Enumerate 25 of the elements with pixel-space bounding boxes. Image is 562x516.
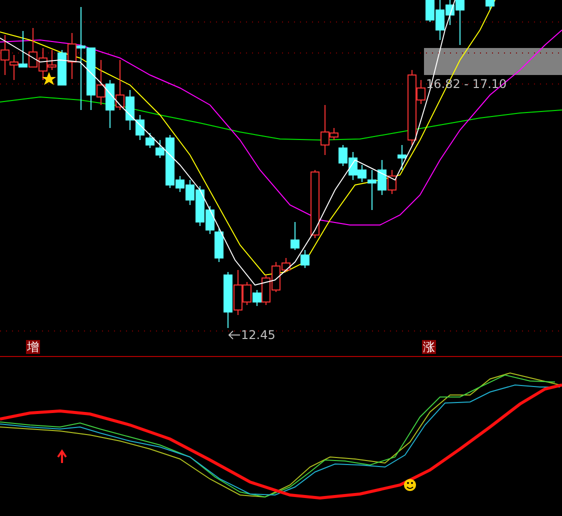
rising-candlestick xyxy=(96,60,106,106)
falling-candlestick xyxy=(338,144,348,166)
rising-candlestick xyxy=(388,170,396,194)
falling-candlestick xyxy=(206,206,214,234)
up-arrow-icon xyxy=(57,449,67,464)
smiley-icon xyxy=(404,479,416,491)
falling-candlestick xyxy=(106,80,114,128)
star-icon xyxy=(42,72,56,85)
falling-candlestick xyxy=(58,50,66,86)
low-price-label: 12.45 xyxy=(241,328,276,342)
rising-candlestick xyxy=(262,274,270,306)
falling-candlestick xyxy=(486,0,494,10)
falling-candlestick xyxy=(18,30,28,68)
falling-candlestick xyxy=(214,228,224,262)
falling-candlestick xyxy=(378,160,386,196)
rising-candlestick xyxy=(68,32,76,80)
falling-candlestick xyxy=(224,272,232,328)
rising-candlestick xyxy=(28,28,38,68)
rising-candlestick xyxy=(310,170,320,238)
falling-candlestick xyxy=(252,290,262,306)
rising-candlestick xyxy=(116,60,124,110)
signal-marker: 增 xyxy=(26,340,40,354)
arrow-icon xyxy=(228,330,240,340)
signal-marker: 涨 xyxy=(422,340,436,354)
falling-candlestick xyxy=(398,144,406,170)
